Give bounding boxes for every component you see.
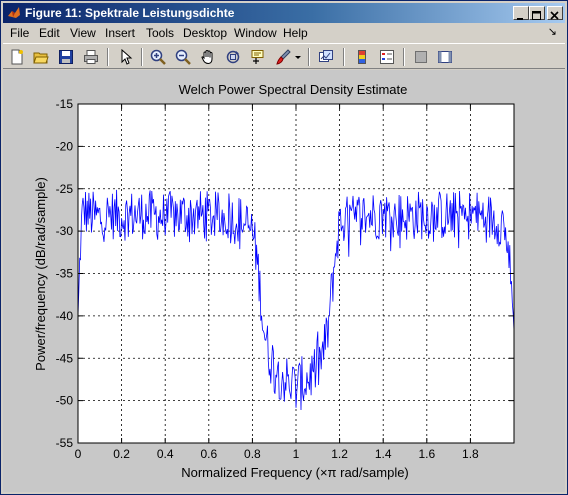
save-icon: [59, 50, 73, 64]
brush-dropdown-button[interactable]: [292, 47, 304, 67]
x-tick-label: 0.2: [113, 447, 130, 461]
y-tick-label: -25: [56, 182, 74, 196]
plot-title: Welch Power Spectral Density Estimate: [179, 82, 408, 97]
y-tick-label: -45: [56, 351, 74, 365]
insert-legend-button[interactable]: [377, 47, 397, 67]
show-plot-tools-button[interactable]: [435, 47, 455, 67]
toolbar-separator: [107, 48, 109, 66]
y-axis-label: Power/frequency (dB/rad/sample): [33, 177, 48, 371]
rotate-3d-icon: [226, 50, 240, 64]
menu-file[interactable]: File: [10, 26, 29, 40]
menu-window[interactable]: Window: [234, 26, 277, 40]
x-tick-label: 0: [75, 447, 82, 461]
zoom-in-icon: [150, 49, 166, 65]
psd-plot[interactable]: Welch Power Spectral Density Estimate 0 0…: [3, 70, 565, 492]
x-tick-label: 0.4: [157, 447, 174, 461]
insert-colorbar-button[interactable]: [352, 47, 372, 67]
print-button[interactable]: [81, 47, 101, 67]
menu-edit[interactable]: Edit: [39, 26, 60, 40]
y-tick-label: -50: [56, 394, 74, 408]
hand-icon: [201, 49, 213, 65]
new-figure-button[interactable]: [7, 47, 27, 67]
close-icon: [550, 11, 559, 20]
toolbar-separator: [343, 48, 345, 66]
maximize-icon: [532, 11, 541, 20]
toolbar-separator: [141, 48, 143, 66]
zoom-in-button[interactable]: [148, 47, 168, 67]
x-tick-label: 0.6: [200, 447, 217, 461]
data-cursor-icon: [251, 50, 264, 64]
x-tick-label: 0.8: [244, 447, 261, 461]
hide-plot-tools-icon: [415, 51, 427, 63]
minimize-button[interactable]: [513, 6, 529, 20]
menu-insert[interactable]: Insert: [105, 26, 135, 40]
link-plot-button[interactable]: [316, 47, 336, 67]
zoom-out-button[interactable]: [173, 47, 193, 67]
show-plot-tools-icon: [438, 51, 452, 63]
maximize-button[interactable]: [529, 6, 545, 20]
x-tick-label: 1.4: [375, 447, 392, 461]
printer-icon: [84, 50, 98, 64]
link-plot-icon: [319, 50, 333, 62]
minimize-icon: [517, 18, 523, 20]
x-axis-label: Normalized Frequency (×π rad/sample): [181, 465, 409, 480]
menu-help[interactable]: Help: [283, 26, 308, 40]
figure-toolbar: [3, 43, 565, 69]
matlab-logo-icon: [8, 7, 20, 18]
y-tick-label: -15: [56, 97, 74, 111]
y-tick-label: -30: [56, 224, 74, 238]
arrow-cursor-icon: [121, 49, 133, 65]
title-bar[interactable]: Figure 11: Spektrale Leistungsdichte: [3, 3, 565, 23]
menu-bar: File Edit View Insert Tools Desktop Wind…: [3, 24, 565, 42]
chevron-down-icon: [295, 56, 301, 59]
x-tick-label: 1.2: [331, 447, 348, 461]
zoom-out-icon: [175, 49, 191, 65]
close-button[interactable]: [547, 6, 563, 20]
edit-plot-button[interactable]: [116, 47, 136, 67]
toolbar-separator: [308, 48, 310, 66]
y-tick-label: -55: [56, 436, 74, 450]
menu-view[interactable]: View: [70, 26, 96, 40]
menu-tools[interactable]: Tools: [146, 26, 174, 40]
save-button[interactable]: [56, 47, 76, 67]
new-file-icon: [11, 49, 23, 65]
x-tick-label: 1.6: [418, 447, 435, 461]
x-tick-label: 1.8: [462, 447, 479, 461]
toolbar-separator: [403, 48, 405, 66]
legend-icon: [380, 50, 394, 64]
x-tick-label: 1: [293, 447, 300, 461]
data-cursor-button[interactable]: [248, 47, 268, 67]
figure-canvas[interactable]: Welch Power Spectral Density Estimate 0 0…: [3, 70, 565, 492]
menu-desktop[interactable]: Desktop: [183, 26, 227, 40]
open-folder-icon: [33, 52, 49, 64]
y-tick-label: -35: [56, 267, 74, 281]
open-file-button[interactable]: [31, 47, 51, 67]
y-tick-label: -40: [56, 309, 74, 323]
y-tick-label: -20: [56, 139, 74, 153]
pan-button[interactable]: [198, 47, 218, 67]
colorbar-icon: [358, 50, 366, 64]
brush-icon: [276, 49, 291, 65]
brush-button[interactable]: [273, 47, 293, 67]
hide-plot-tools-button[interactable]: [411, 47, 431, 67]
rotate-3d-button[interactable]: [223, 47, 243, 67]
figure-window: Figure 11: Spektrale Leistungsdichte Fil…: [0, 0, 568, 495]
window-title: Figure 11: Spektrale Leistungsdichte: [25, 6, 235, 20]
dock-arrow-icon[interactable]: ↘: [548, 25, 557, 38]
